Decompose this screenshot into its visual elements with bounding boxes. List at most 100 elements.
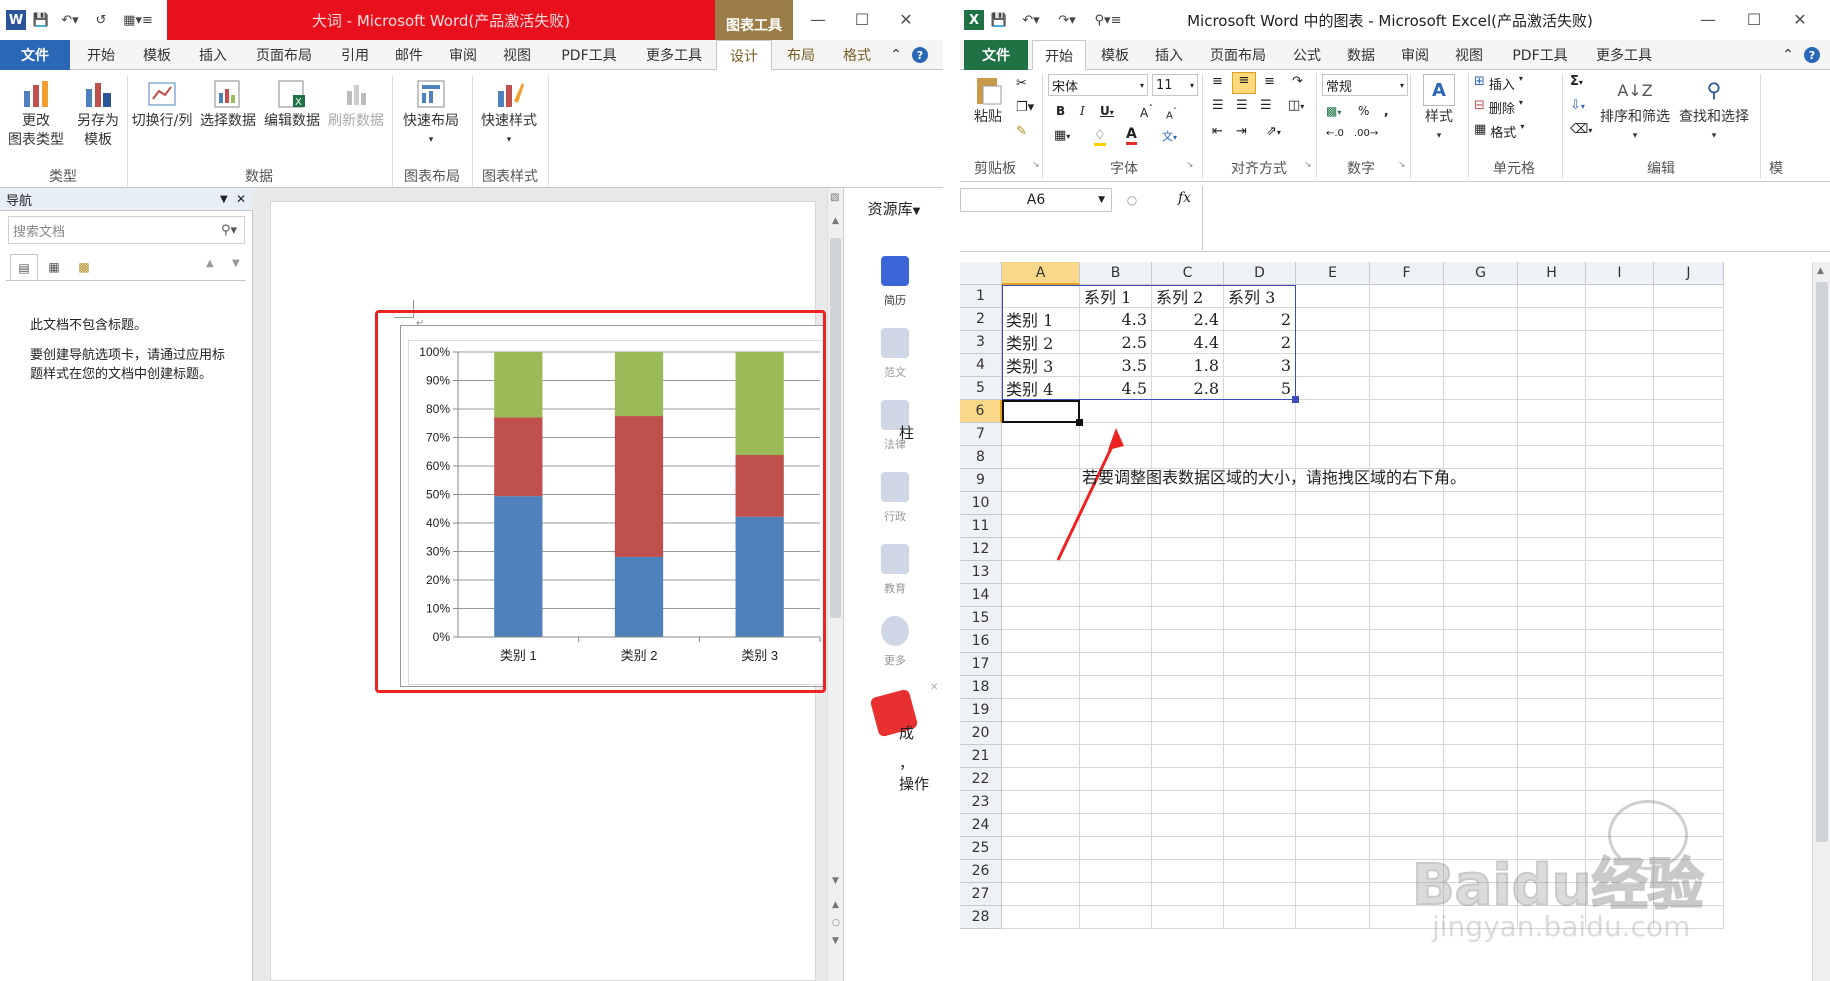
cell[interactable] — [1370, 308, 1444, 331]
save-icon[interactable]: 💾 — [32, 10, 50, 30]
tab-review[interactable]: 审阅 — [438, 40, 488, 70]
row-header[interactable]: 24 — [960, 814, 1002, 837]
cell[interactable] — [1586, 515, 1654, 538]
cell[interactable] — [1152, 745, 1224, 768]
cell[interactable] — [1370, 722, 1444, 745]
cell[interactable] — [1444, 768, 1518, 791]
decrease-font-icon[interactable]: Aˇ — [1166, 106, 1177, 121]
cell[interactable] — [1152, 676, 1224, 699]
navigation-menu-icon[interactable]: ▼ — [220, 194, 228, 205]
cell[interactable] — [1224, 607, 1296, 630]
cell[interactable] — [1654, 400, 1724, 423]
cell[interactable] — [1152, 906, 1224, 929]
cell[interactable] — [1370, 584, 1444, 607]
cell[interactable] — [1444, 699, 1518, 722]
cell[interactable] — [1444, 423, 1518, 446]
insert-cells-button[interactable]: ⊞ 插入 ▾ — [1474, 74, 1523, 93]
cell[interactable] — [1654, 285, 1724, 308]
excel-tab-file[interactable]: 文件 — [964, 40, 1028, 70]
cell[interactable] — [1370, 630, 1444, 653]
nav-up-icon[interactable]: ▲ — [206, 258, 214, 269]
row-header[interactable]: 16 — [960, 630, 1002, 653]
cell[interactable] — [1654, 515, 1724, 538]
sheet-scroll-thumb[interactable] — [1816, 282, 1828, 842]
cell[interactable] — [1080, 906, 1152, 929]
select-data-button[interactable]: 选择数据 — [196, 78, 260, 131]
tab-mailings[interactable]: 邮件 — [384, 40, 434, 70]
column-header[interactable]: A — [1002, 262, 1080, 285]
clipboard-launcher-icon[interactable]: ↘ — [1032, 160, 1040, 170]
align-bottom-icon[interactable]: ≡ — [1264, 74, 1275, 89]
cell[interactable] — [1518, 492, 1586, 515]
tab-template[interactable]: 模板 — [132, 40, 182, 70]
tab-view[interactable]: 视图 — [492, 40, 542, 70]
cell[interactable] — [1002, 814, 1080, 837]
change-chart-type-button[interactable]: 更改 图表类型 — [4, 78, 68, 150]
cell[interactable] — [1586, 607, 1654, 630]
cell[interactable]: 4.4 — [1152, 331, 1224, 354]
next-page-icon[interactable]: ▼ — [832, 936, 839, 946]
cell[interactable] — [1224, 653, 1296, 676]
align-center-icon[interactable]: ☰ — [1236, 98, 1248, 113]
excel-tab-pdf-tools[interactable]: PDF工具 — [1500, 40, 1580, 70]
resource-item-resume[interactable]: 简历 — [865, 256, 925, 308]
cell[interactable] — [1370, 400, 1444, 423]
cell[interactable] — [1370, 492, 1444, 515]
cell[interactable] — [1080, 883, 1152, 906]
cell[interactable] — [1080, 722, 1152, 745]
sheet-scroll-up-icon[interactable]: ▲ — [1817, 266, 1824, 276]
font-name-select[interactable]: 宋体 ▾ — [1048, 74, 1148, 96]
cell[interactable] — [1224, 492, 1296, 515]
cell[interactable] — [1654, 768, 1724, 791]
cell[interactable] — [1444, 331, 1518, 354]
increase-decimal-icon[interactable]: ←.0 — [1326, 128, 1344, 139]
word-vertical-scrollbar[interactable]: ▧ ▲ ▼ ▲ ○ ▼ — [827, 188, 843, 981]
cell[interactable] — [1002, 837, 1080, 860]
fill-color-icon[interactable]: ♢ — [1094, 128, 1106, 146]
row-header[interactable]: 9 — [960, 469, 1002, 492]
cell[interactable]: 系列 3 — [1224, 285, 1296, 308]
cell[interactable] — [1296, 768, 1370, 791]
cell[interactable] — [1152, 814, 1224, 837]
styles-button[interactable]: A 样式 ▾ — [1414, 74, 1464, 146]
cell[interactable] — [1654, 492, 1724, 515]
excel-tab-view[interactable]: 视图 — [1444, 40, 1494, 70]
format-cells-button[interactable]: ▦ 格式 ▾ — [1474, 122, 1524, 141]
cell[interactable] — [1224, 837, 1296, 860]
cell[interactable] — [1224, 906, 1296, 929]
cell[interactable] — [1444, 515, 1518, 538]
cell[interactable] — [1296, 814, 1370, 837]
cell[interactable] — [1518, 285, 1586, 308]
formula-input[interactable] — [1202, 186, 1830, 250]
row-header[interactable]: 17 — [960, 653, 1002, 676]
font-launcher-icon[interactable]: ↘ — [1186, 160, 1194, 170]
cell[interactable] — [1518, 377, 1586, 400]
fill-icon[interactable]: ⇩▾ — [1570, 98, 1585, 113]
nav-tab-pages-icon[interactable]: ▦ — [40, 254, 68, 280]
excel-minimize-icon[interactable]: — — [1688, 8, 1728, 30]
row-header[interactable]: 10 — [960, 492, 1002, 515]
cell[interactable] — [1654, 446, 1724, 469]
cell[interactable] — [1518, 584, 1586, 607]
scroll-up-icon[interactable]: ▲ — [832, 216, 839, 226]
cell[interactable]: 5 — [1224, 377, 1296, 400]
resource-panel-header[interactable]: 资源库▼ — [844, 198, 944, 219]
row-header[interactable]: 3 — [960, 331, 1002, 354]
cell[interactable] — [1518, 469, 1586, 492]
cell[interactable] — [1224, 791, 1296, 814]
cell[interactable] — [1654, 469, 1724, 492]
row-header[interactable]: 12 — [960, 538, 1002, 561]
cell[interactable] — [1152, 423, 1224, 446]
cell[interactable]: 4.5 — [1080, 377, 1152, 400]
switch-row-column-button[interactable]: 切换行/列 — [128, 78, 196, 131]
cell[interactable] — [1444, 630, 1518, 653]
cell[interactable] — [1224, 676, 1296, 699]
cell[interactable] — [1152, 561, 1224, 584]
cell[interactable] — [1370, 515, 1444, 538]
cell[interactable] — [1654, 308, 1724, 331]
align-middle-icon[interactable]: ≡ — [1232, 72, 1256, 94]
excel-tab-page-layout[interactable]: 页面布局 — [1198, 40, 1278, 70]
edit-data-button[interactable]: X 编辑数据 — [260, 78, 324, 131]
cell[interactable] — [1224, 584, 1296, 607]
cell[interactable] — [1370, 377, 1444, 400]
